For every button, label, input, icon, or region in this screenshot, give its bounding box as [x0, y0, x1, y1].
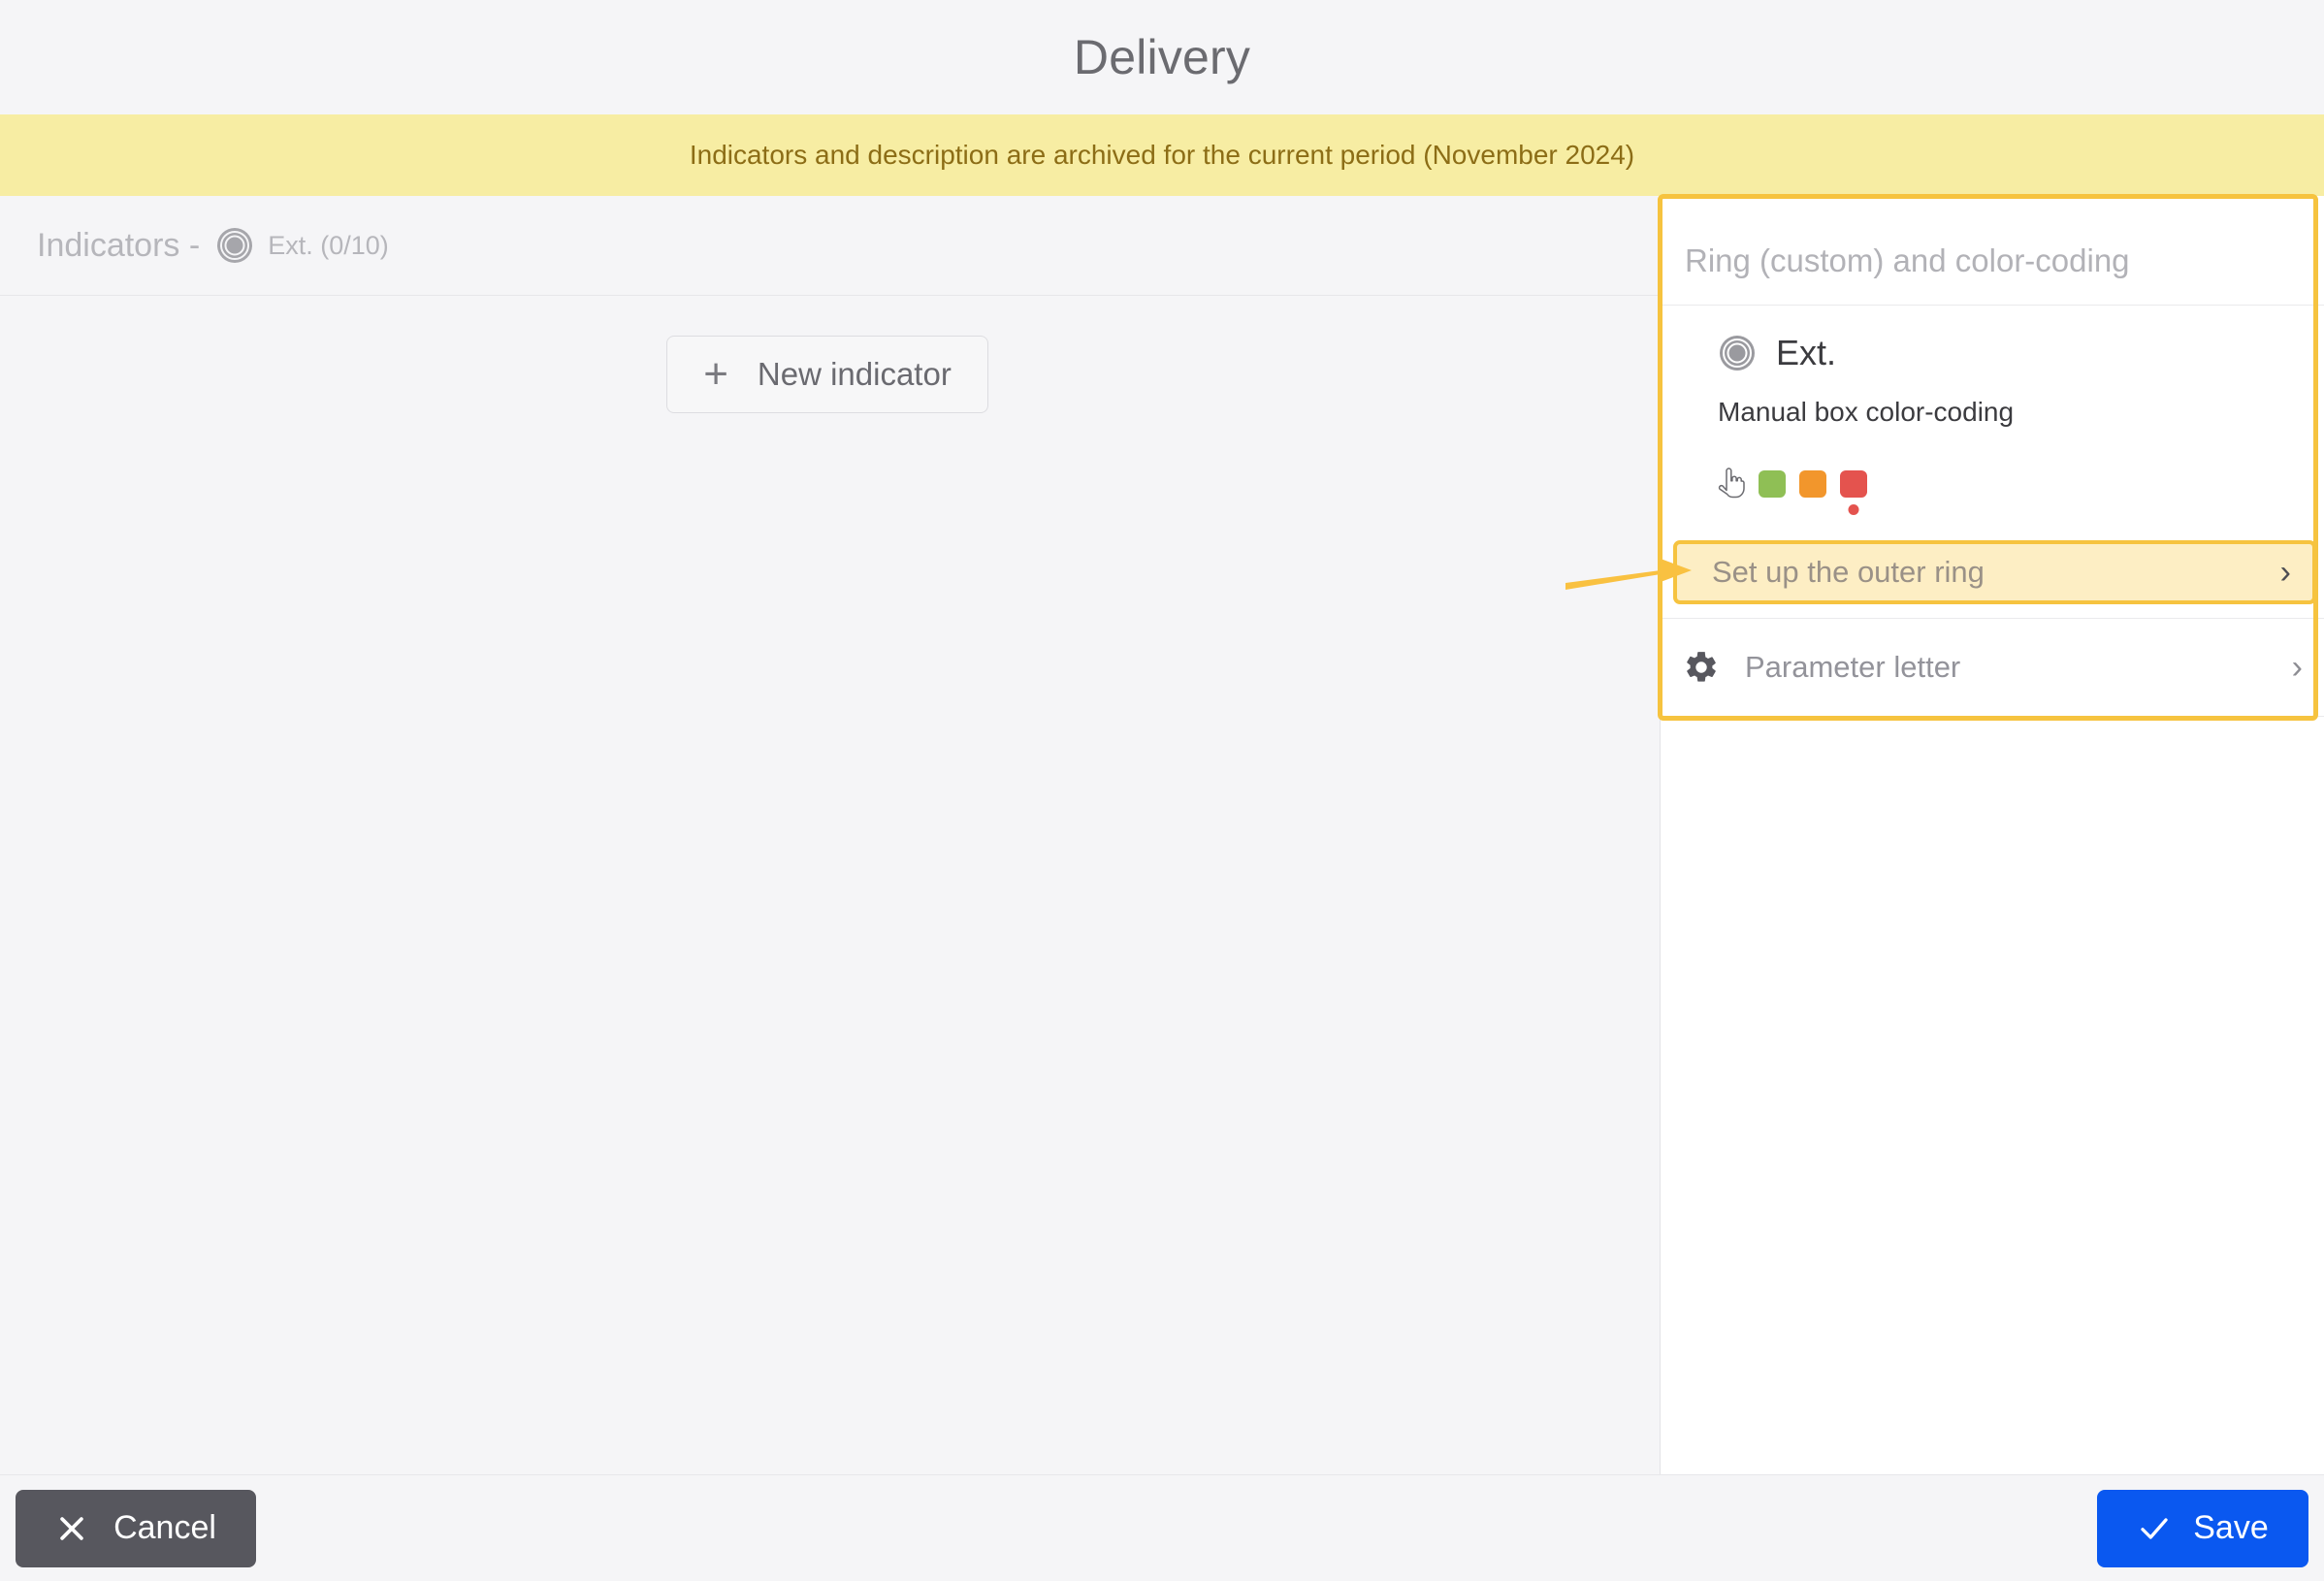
- ring-settings-panel: Ring (custom) and color-coding Ext. Manu…: [1658, 194, 2324, 1474]
- plus-icon: +: [703, 350, 728, 398]
- cancel-label: Cancel: [113, 1509, 216, 1546]
- new-indicator-button[interactable]: + New indicator: [666, 336, 988, 413]
- chevron-right-icon: ›: [2291, 649, 2303, 686]
- dialog-footer: Cancel Save: [0, 1474, 2324, 1581]
- panel-title: Ring (custom) and color-coding: [1662, 196, 2324, 306]
- swatch-orange[interactable]: [1799, 470, 1826, 498]
- parameter-section: Parameter letter ›: [1662, 619, 2324, 717]
- ext-item[interactable]: Ext.: [1662, 333, 2324, 373]
- swatch-green[interactable]: [1759, 470, 1786, 498]
- indicators-count: Ext. (0/10): [268, 230, 389, 260]
- save-button[interactable]: Save: [2097, 1489, 2308, 1567]
- gear-icon: [1683, 649, 1720, 686]
- target-ring-icon: [1718, 334, 1757, 372]
- color-swatch-row: [1662, 457, 2324, 515]
- archive-banner-text: Indicators and description are archived …: [689, 140, 1635, 170]
- parameter-letter-label: Parameter letter: [1745, 650, 1961, 684]
- indicators-label: Indicators -: [37, 226, 201, 264]
- swatch-selected-dot: [1848, 504, 1859, 515]
- save-label: Save: [2193, 1509, 2269, 1546]
- close-icon: [55, 1512, 88, 1545]
- window-titlebar: Delivery: [0, 0, 2324, 114]
- manual-color-coding-label: Manual box color-coding: [1718, 397, 2015, 427]
- indicators-header: Indicators - Ext. (0/10): [0, 196, 1660, 296]
- check-icon: [2137, 1511, 2172, 1546]
- outer-ring-highlight-wrap: Set up the outer ring ›: [1673, 540, 2316, 604]
- cancel-button[interactable]: Cancel: [16, 1489, 256, 1567]
- chevron-right-icon: ›: [2279, 554, 2291, 591]
- ext-label: Ext.: [1776, 333, 1837, 372]
- main-column: Indicators - Ext. (0/10) + New indicator: [0, 196, 1661, 1474]
- set-up-outer-ring-row[interactable]: Set up the outer ring ›: [1673, 540, 2316, 604]
- page-title: Delivery: [1073, 30, 1251, 84]
- archive-banner: Indicators and description are archived …: [0, 114, 2324, 196]
- pointer-hand-icon[interactable]: [1716, 468, 1745, 500]
- ring-section: Ext. Manual box color-coding Set up the …: [1662, 306, 2324, 619]
- set-up-outer-ring-label: Set up the outer ring: [1712, 555, 1985, 589]
- side-column: Ring (custom) and color-coding Ext. Manu…: [1658, 194, 2324, 1474]
- target-ring-icon: [215, 226, 254, 265]
- swatch-red[interactable]: [1840, 470, 1867, 515]
- new-indicator-label: New indicator: [757, 356, 952, 392]
- workspace: Indicators - Ext. (0/10) + New indicator: [0, 194, 2324, 1474]
- indicators-body: + New indicator: [0, 296, 1660, 1474]
- parameter-letter-row[interactable]: Parameter letter ›: [1662, 619, 2324, 716]
